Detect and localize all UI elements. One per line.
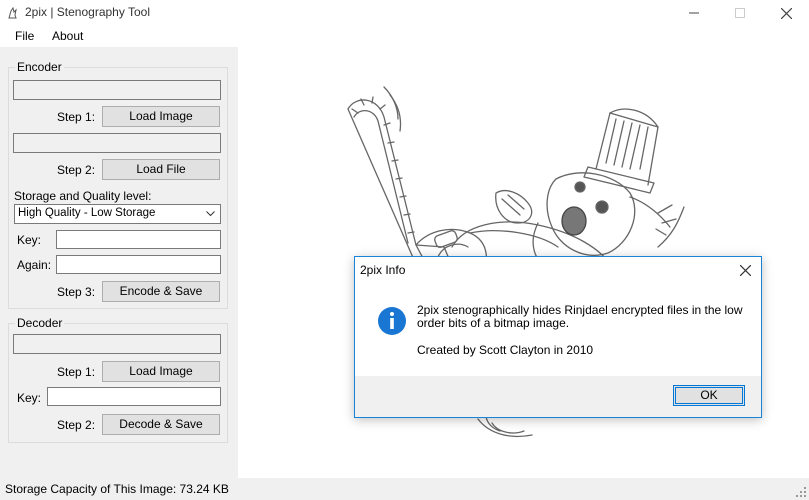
decode-save-button[interactable]: Decode & Save <box>102 414 220 435</box>
quality-select[interactable]: High Quality - Low Storage <box>14 204 221 224</box>
maximize-icon <box>735 8 745 18</box>
encoder-load-image-button[interactable]: Load Image <box>102 106 220 127</box>
encoder-key-input[interactable] <box>56 230 221 249</box>
again-input[interactable] <box>56 255 221 274</box>
encode-save-button[interactable]: Encode & Save <box>102 281 220 302</box>
storage-capacity-text: Storage Capacity of This Image: 73.24 KB <box>5 482 229 496</box>
decoder-load-image-button[interactable]: Load Image <box>102 361 220 382</box>
resize-grip-icon[interactable] <box>796 487 806 497</box>
close-icon <box>780 7 792 19</box>
close-icon <box>739 264 751 276</box>
decoder-step1-label: Step 1: <box>57 365 96 379</box>
again-label: Again: <box>17 258 52 272</box>
decoder-step2-label: Step 2: <box>57 418 96 432</box>
info-icon <box>378 307 406 335</box>
minimize-icon <box>689 12 699 14</box>
quality-select-value: High Quality - Low Storage <box>18 207 156 219</box>
title-bar: 2pix | Stenography Tool <box>0 0 809 26</box>
encoder-group-label: Encoder <box>15 60 64 74</box>
encoder-group: Encoder Step 1: Load Image Step 2: Load … <box>8 60 228 309</box>
decoder-key-label: Key: <box>17 391 42 405</box>
encoder-step3-label: Step 3: <box>57 285 96 299</box>
menu-bar: File About <box>0 26 809 47</box>
encoder-image-path <box>13 80 221 100</box>
ok-button[interactable]: OK <box>673 385 745 406</box>
chevron-down-icon <box>206 211 215 217</box>
encoder-key-label: Key: <box>17 233 42 247</box>
dialog-credit: Created by Scott Clayton in 2010 <box>417 343 594 357</box>
decoder-key-input[interactable] <box>47 387 221 406</box>
control-panel: Encoder Step 1: Load Image Step 2: Load … <box>0 47 238 478</box>
minimize-button[interactable] <box>671 0 717 26</box>
dialog-close-button[interactable] <box>729 257 761 283</box>
quality-label: Storage and Quality level: <box>14 189 152 203</box>
dialog-message: 2pix stenographically hides Rinjdael enc… <box>417 303 743 330</box>
close-button[interactable] <box>763 0 809 26</box>
load-file-button[interactable]: Load File <box>102 159 220 180</box>
menu-file[interactable]: File <box>15 29 34 43</box>
maximize-button[interactable] <box>717 0 763 26</box>
info-dialog: 2pix Info 2pix stenographically hides Ri… <box>354 256 762 418</box>
app-icon <box>8 7 17 19</box>
status-bar: Storage Capacity of This Image: 73.24 KB <box>0 478 809 500</box>
decoder-group-label: Decoder <box>15 316 65 330</box>
dialog-title: 2pix Info <box>360 263 406 277</box>
encoder-step1-label: Step 1: <box>57 110 96 124</box>
encoder-step2-label: Step 2: <box>57 163 96 177</box>
decoder-image-path <box>13 334 221 354</box>
window-title: 2pix | Stenography Tool <box>25 5 150 19</box>
decoder-group: Decoder Step 1: Load Image Key: Step 2: … <box>8 316 228 443</box>
menu-about[interactable]: About <box>52 29 83 43</box>
encoder-file-path <box>13 133 221 153</box>
